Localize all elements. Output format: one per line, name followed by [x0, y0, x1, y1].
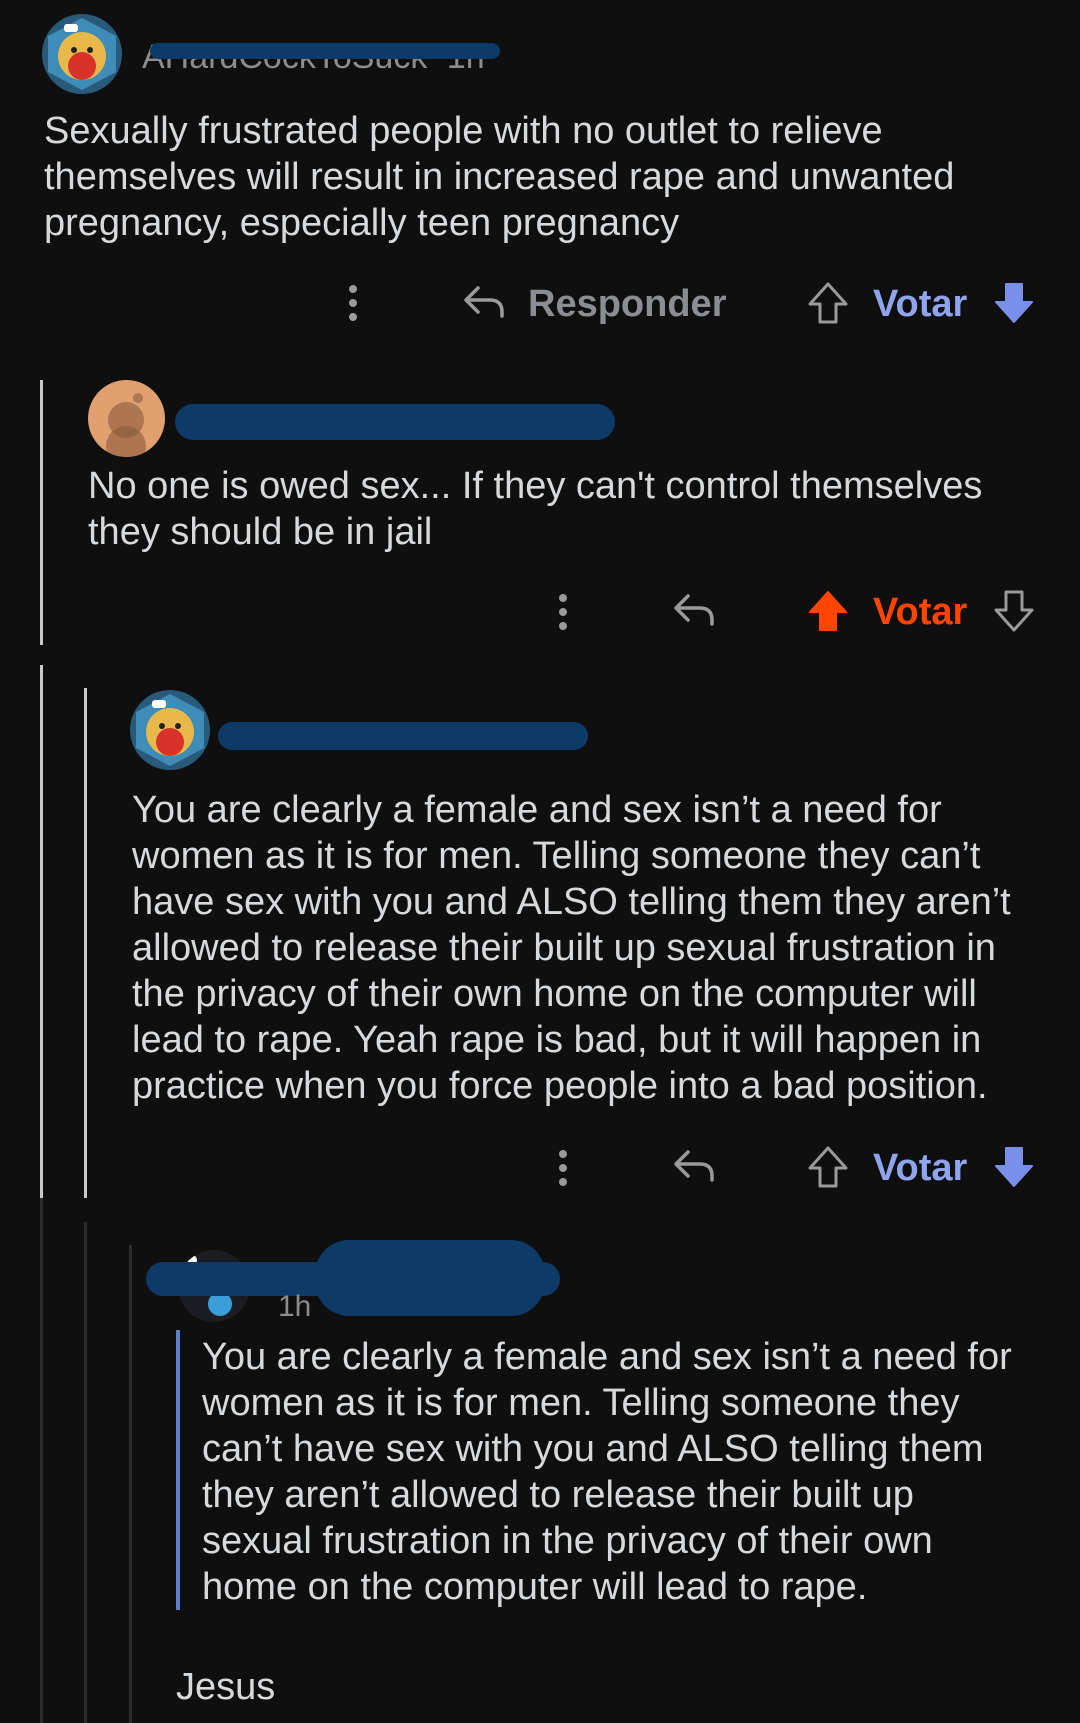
thread-line-level-3[interactable] — [129, 1245, 132, 1723]
thread-line-level-1b[interactable] — [40, 665, 43, 1198]
downvote-icon[interactable] — [992, 588, 1036, 634]
default-snoo-avatar-icon — [106, 393, 146, 457]
more-options-icon[interactable] — [553, 592, 573, 632]
downvote-icon-active[interactable] — [992, 1144, 1036, 1190]
shiba-avatar-icon — [136, 694, 204, 766]
avatar[interactable] — [88, 380, 165, 457]
downvote-icon-active[interactable] — [992, 280, 1036, 326]
upvote-icon[interactable] — [806, 280, 850, 326]
redaction-bar — [150, 43, 500, 59]
reply-button[interactable]: Responder — [528, 283, 726, 326]
comment-age: 1h — [278, 1290, 312, 1323]
upvote-icon-active[interactable] — [806, 588, 850, 634]
upvote-icon[interactable] — [806, 1144, 850, 1190]
quoted-text: You are clearly a female and sex isn’t a… — [202, 1336, 1012, 1608]
redaction-bar — [175, 404, 615, 440]
comment-body: Jesus — [176, 1666, 276, 1708]
comment-body: Sexually frustrated people with no outle… — [44, 110, 955, 244]
quote-bar — [176, 1330, 180, 1610]
avatar[interactable] — [42, 14, 122, 94]
vote-label: Votar — [873, 591, 968, 633]
avatar[interactable] — [130, 690, 210, 770]
reply-icon[interactable] — [672, 590, 716, 630]
comment-body: No one is owed sex... If they can't cont… — [88, 465, 983, 553]
thread-line-level-2[interactable] — [84, 688, 87, 1198]
shiba-avatar-icon — [48, 18, 116, 90]
redaction-bar — [218, 722, 588, 750]
vote-label: Votar — [873, 1147, 968, 1189]
username[interactable]: 1h — [278, 1290, 311, 1324]
redaction-bar — [315, 1240, 545, 1316]
thread-line-level-2-continued[interactable] — [84, 1222, 87, 1723]
more-options-icon[interactable] — [553, 1148, 573, 1188]
reply-icon[interactable] — [462, 282, 506, 322]
reply-icon[interactable] — [672, 1146, 716, 1186]
vote-label: Votar — [873, 283, 968, 325]
thread-line-level-1[interactable] — [40, 380, 43, 645]
more-options-icon[interactable] — [343, 283, 363, 323]
comment-body: You are clearly a female and sex isn’t a… — [132, 789, 1011, 1107]
